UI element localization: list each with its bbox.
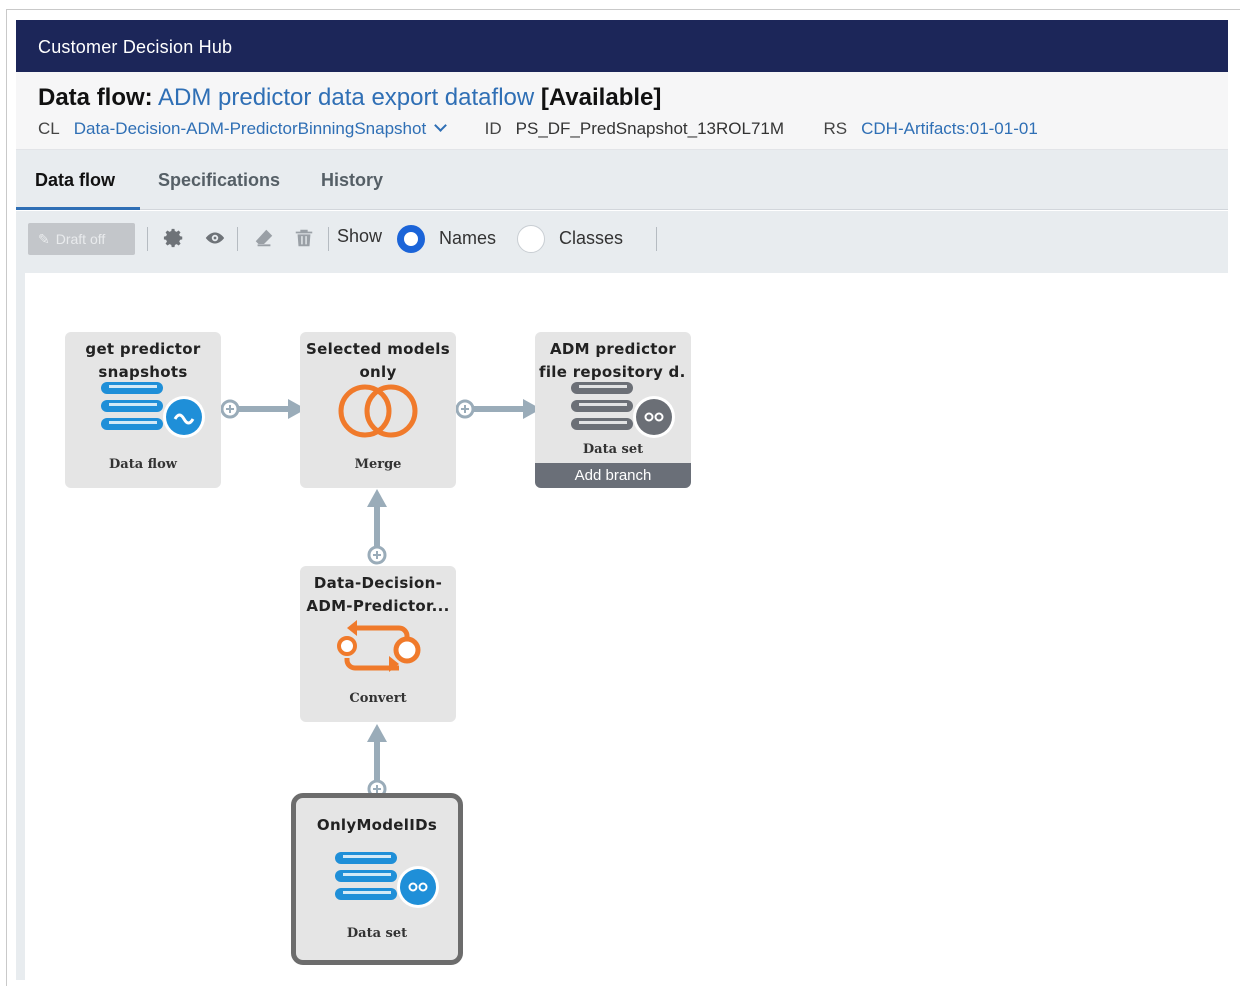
dataflow-canvas[interactable]: get predictor snapshots Data flow Select…: [16, 273, 1228, 980]
show-label: Show: [337, 226, 383, 246]
connector-secondary-to-convert[interactable]: [367, 724, 387, 799]
connector-convert-to-merge[interactable]: [367, 489, 387, 565]
gear-icon[interactable]: [162, 227, 186, 251]
canvas-toolbar: ✎ Draft off Show Names Classes: [16, 211, 1228, 273]
screen-edge-top: [6, 9, 1240, 10]
convert-icon: [333, 616, 423, 681]
connector-source-to-merge[interactable]: [220, 399, 306, 419]
node-secondary-source-dataset[interactable]: OnlyModelIDs Data set: [291, 793, 463, 965]
radio-names-label[interactable]: Names: [439, 228, 496, 249]
id-value: PS_DF_PredSnapshot_13ROL71M: [515, 119, 785, 138]
toolbar-divider: [328, 227, 329, 251]
title-status: [Available]: [540, 84, 662, 111]
node-title: ADM predictor file repository d...: [539, 338, 687, 384]
rule-header: Data flow: ADM predictor data export dat…: [16, 72, 1228, 150]
node-title: OnlyModelIDs: [300, 814, 454, 837]
toolbar-divider: [656, 227, 657, 251]
merge-icon: [333, 382, 423, 445]
node-type: Convert: [349, 691, 407, 706]
node-destination-dataset[interactable]: ADM predictor file repository d... Data …: [535, 332, 691, 488]
toolbar-divider: [237, 227, 238, 251]
page-title: Data flow: ADM predictor data export dat…: [38, 84, 661, 112]
node-title-line1: get predictor: [85, 340, 201, 358]
node-type: Data flow: [109, 457, 177, 472]
ruleset-key: RS: [823, 119, 848, 138]
node-convert[interactable]: Data-Decision- ADM-Predictor... Convert: [300, 566, 456, 722]
node-type: Data set: [582, 442, 644, 457]
screen-edge-left: [6, 9, 7, 986]
app-header-bar: Customer Decision Hub: [16, 20, 1228, 72]
class-link[interactable]: Data-Decision-ADM-PredictorBinningSnapsh…: [74, 119, 426, 138]
trash-icon[interactable]: [292, 227, 316, 251]
tab-data-flow[interactable]: Data flow: [35, 170, 115, 191]
dataflow-icon: [99, 380, 209, 445]
node-merge[interactable]: Selected models only Merge: [300, 332, 456, 488]
node-title: Selected models only: [304, 338, 452, 384]
node-title: get predictor snapshots: [69, 338, 217, 384]
dataset-icon: [569, 380, 679, 445]
node-type: Data set: [346, 926, 408, 941]
radio-names[interactable]: [397, 225, 425, 253]
connector-merge-to-destination[interactable]: [455, 399, 541, 419]
toolbar-divider: [147, 227, 148, 251]
eye-icon[interactable]: [203, 227, 227, 251]
node-title-line2: ADM-Predictor...: [306, 597, 450, 615]
dataset-icon: [333, 850, 443, 915]
tab-history[interactable]: History: [321, 170, 383, 191]
radio-classes-label[interactable]: Classes: [559, 228, 623, 249]
title-rule-name[interactable]: ADM predictor data export dataflow: [158, 84, 534, 111]
tab-specifications[interactable]: Specifications: [158, 170, 280, 191]
active-tab-indicator: [16, 207, 140, 210]
node-title-line1: Data-Decision-: [313, 574, 443, 592]
class-key: CL: [38, 119, 60, 138]
eraser-icon[interactable]: [252, 227, 276, 251]
chevron-down-icon[interactable]: [434, 119, 448, 132]
title-prefix: Data flow:: [38, 84, 153, 111]
pencil-icon: ✎: [38, 231, 50, 247]
draft-label: Draft off: [55, 231, 106, 247]
node-title-line1: ADM predictor: [549, 340, 677, 358]
node-title-line1: Selected models: [306, 340, 450, 358]
node-title-line2: only: [359, 363, 397, 381]
radio-classes[interactable]: [517, 225, 545, 253]
app-window: Customer Decision Hub Data flow: ADM pre…: [16, 20, 1228, 980]
id-key: ID: [484, 119, 502, 138]
node-title: Data-Decision- ADM-Predictor...: [304, 572, 452, 618]
node-title-line1: OnlyModelIDs: [316, 816, 438, 834]
rule-metadata: CL Data-Decision-ADM-PredictorBinningSnap…: [38, 119, 1038, 139]
ruleset-link[interactable]: CDH-Artifacts:01-01-01: [861, 119, 1038, 138]
app-title: Customer Decision Hub: [38, 37, 233, 57]
tab-bar: Data flow Specifications History: [16, 150, 1228, 210]
add-branch-button[interactable]: Add branch: [535, 463, 691, 488]
node-type: Merge: [354, 457, 402, 472]
node-source-dataflow[interactable]: get predictor snapshots Data flow: [65, 332, 221, 488]
draft-toggle-button[interactable]: ✎ Draft off: [28, 223, 135, 255]
